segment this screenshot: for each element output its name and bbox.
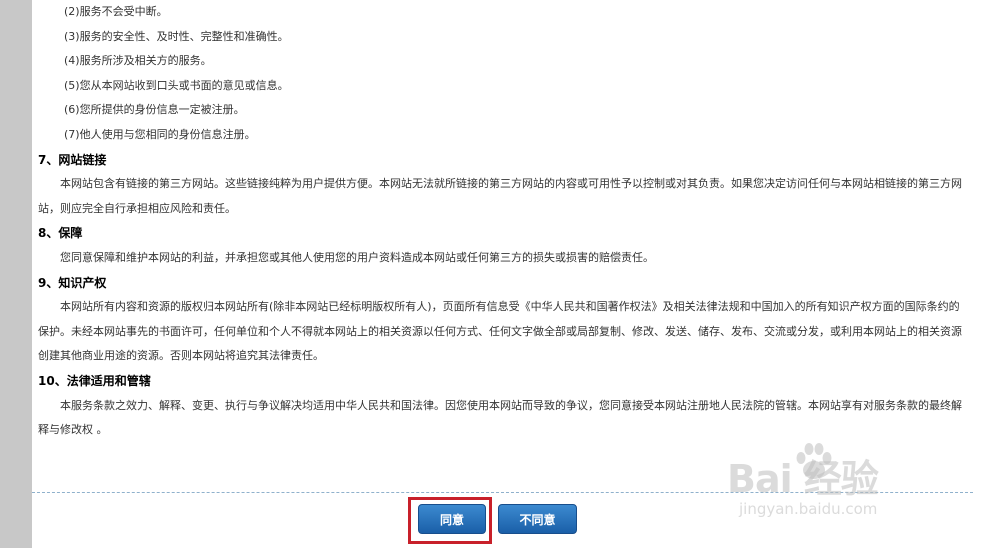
terms-panel: (2)服务不会受中断。 (3)服务的安全性、及时性、完整性和准确性。 (4)服务… bbox=[32, 0, 974, 548]
terms-list-item: (4)服务所涉及相关方的服务。 bbox=[64, 54, 212, 68]
section-body-ip: 本网站所有内容和资源的版权归本网站所有(除非本网站已经标明版权所有人)，页面所有… bbox=[38, 300, 962, 363]
left-sidebar-gutter bbox=[0, 0, 32, 548]
terms-list-item: (2)服务不会受中断。 bbox=[64, 5, 168, 18]
section-heading-law: 10、法律适用和管辖 bbox=[38, 373, 151, 388]
section-body-law: 本服务条款之效力、解释、变更、执行与争议解决均适用中华人民共和国法律。因您使用本… bbox=[38, 398, 962, 437]
terms-list-item: (3)服务的安全性、及时性、完整性和准确性。 bbox=[64, 29, 289, 43]
terms-list-item: (6)您所提供的身份信息一定被注册。 bbox=[64, 103, 245, 117]
disagree-button[interactable]: 不同意 bbox=[498, 504, 577, 534]
terms-list-item: (5)您从本网站收到口头或书面的意见或信息。 bbox=[64, 78, 289, 92]
section-heading-indemnity: 8、保障 bbox=[38, 226, 83, 241]
page-frame: (2)服务不会受中断。 (3)服务的安全性、及时性、完整性和准确性。 (4)服务… bbox=[0, 0, 987, 548]
highlight-box bbox=[408, 497, 492, 544]
dashed-divider bbox=[32, 492, 973, 493]
right-gutter bbox=[973, 0, 987, 548]
terms-list-item: (7)他人使用与您相同的身份信息注册。 bbox=[64, 127, 256, 141]
terms-of-service-text: (2)服务不会受中断。 (3)服务的安全性、及时性、完整性和准确性。 (4)服务… bbox=[38, 0, 966, 443]
section-heading-links: 7、网站链接 bbox=[38, 152, 107, 167]
section-body-links: 本网站包含有链接的第三方网站。这些链接纯粹为用户提供方便。本网站无法就所链接的第… bbox=[38, 177, 962, 215]
section-heading-ip: 9、知识产权 bbox=[38, 275, 107, 290]
section-body-indemnity: 您同意保障和维护本网站的利益，并承担您或其他人使用您的用户资料造成本网站或任何第… bbox=[60, 250, 654, 264]
